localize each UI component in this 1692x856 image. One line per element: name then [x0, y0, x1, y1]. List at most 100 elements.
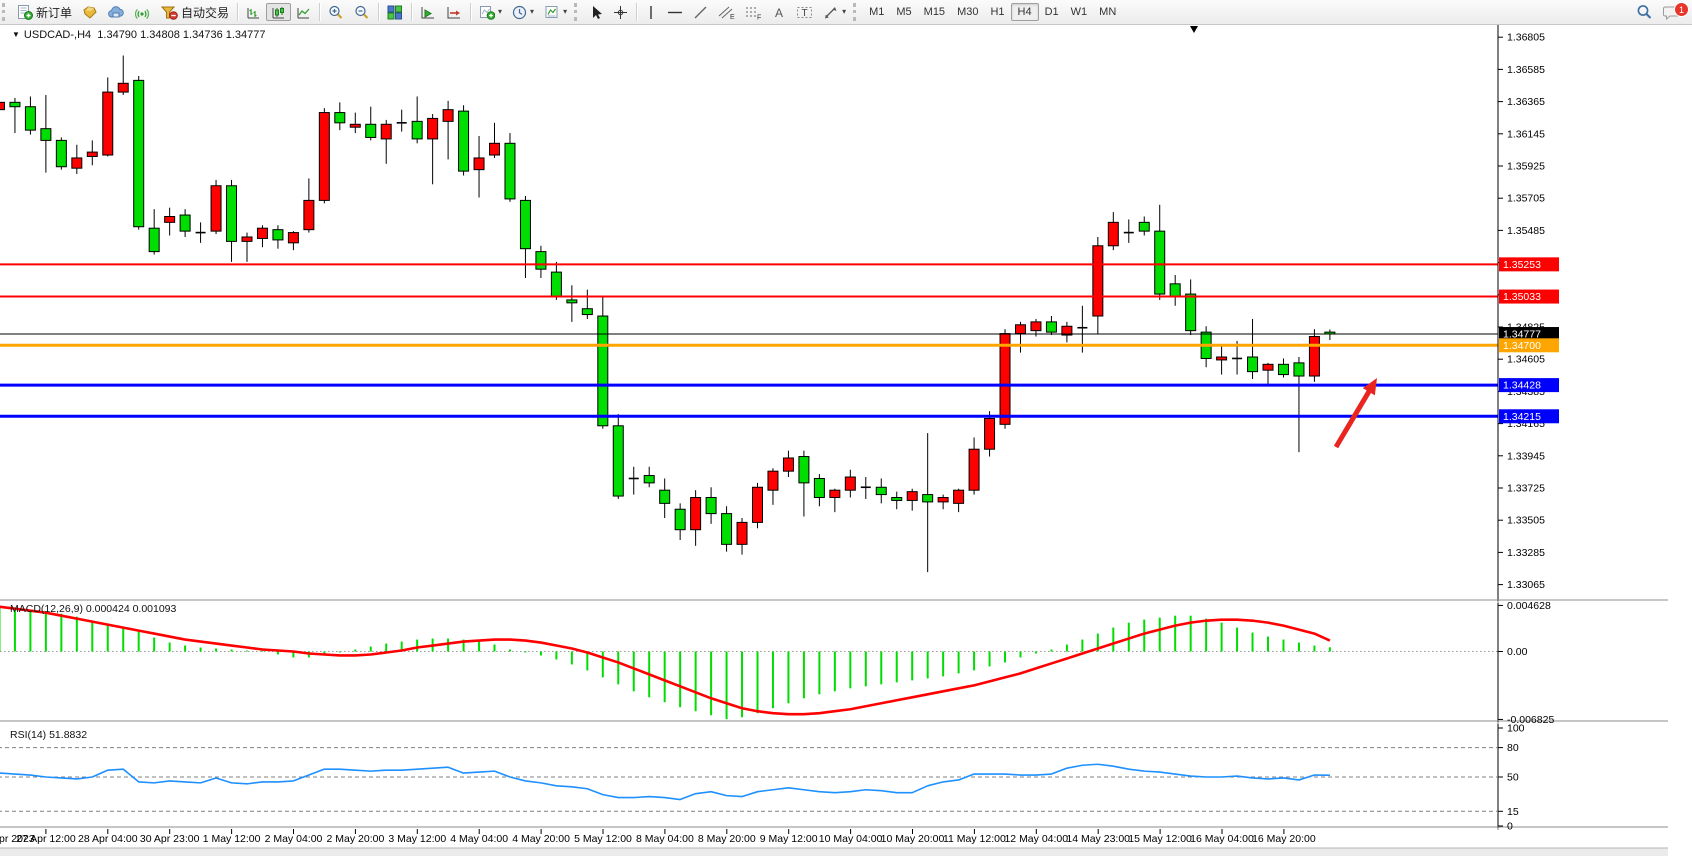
- search-button[interactable]: [1631, 3, 1658, 21]
- zoom-in-icon: [328, 5, 344, 20]
- text-label-icon: T: [796, 5, 813, 20]
- tf-h4[interactable]: H4: [1011, 3, 1039, 21]
- svg-text:3 May 12:00: 3 May 12:00: [388, 833, 446, 845]
- fibonacci-icon: F: [745, 5, 762, 20]
- tile-windows-button[interactable]: [382, 3, 408, 21]
- tf-w1[interactable]: W1: [1065, 3, 1094, 21]
- svg-text:5 May 12:00: 5 May 12:00: [574, 833, 632, 845]
- svg-text:8 May 04:00: 8 May 04:00: [636, 833, 694, 845]
- svg-text:1.35033: 1.35033: [1503, 291, 1541, 303]
- symbol-period-label: USDCAD-,H4: [24, 29, 91, 41]
- search-icon: [1636, 4, 1653, 20]
- toolbar-grip[interactable]: [574, 3, 582, 21]
- chart-type-bars-button[interactable]: [241, 3, 266, 21]
- auto-trading-icon: [161, 5, 178, 20]
- svg-text:0.004628: 0.004628: [1507, 600, 1551, 612]
- text-icon: A: [772, 5, 786, 20]
- templates-button[interactable]: ▾: [539, 3, 572, 21]
- tf-d1[interactable]: D1: [1039, 3, 1065, 21]
- vertical-line-tool-button[interactable]: [640, 3, 662, 21]
- toolbar-grip[interactable]: [853, 3, 861, 21]
- svg-text:8 May 20:00: 8 May 20:00: [698, 833, 756, 845]
- auto-scroll-icon: [420, 5, 436, 20]
- vps-cloud-button[interactable]: [103, 3, 130, 21]
- fibonacci-tool-button[interactable]: F: [740, 3, 767, 21]
- auto-scroll-button[interactable]: [415, 3, 441, 21]
- svg-text:1.35705: 1.35705: [1507, 193, 1545, 205]
- toolbar-right-group: 1: [1631, 3, 1686, 21]
- svg-text:T: T: [802, 8, 808, 19]
- svg-text:1.33725: 1.33725: [1507, 482, 1545, 494]
- vps-cloud-icon: [108, 5, 125, 20]
- svg-text:16 May 20:00: 16 May 20:00: [1252, 833, 1316, 845]
- svg-text:28 Apr 04:00: 28 Apr 04:00: [78, 833, 138, 845]
- chat-button[interactable]: 1: [1658, 3, 1686, 21]
- indicators-icon: [479, 5, 495, 20]
- zoom-out-button[interactable]: [349, 3, 375, 21]
- horizontal-line-tool-button[interactable]: [662, 3, 688, 21]
- signal-button[interactable]: [130, 3, 156, 21]
- trendline-tool-button[interactable]: [688, 3, 713, 21]
- svg-text:1.33285: 1.33285: [1507, 547, 1545, 559]
- horizontal-line-icon: [667, 5, 683, 20]
- toolbar-separator: [237, 3, 238, 21]
- tf-m5[interactable]: M5: [890, 3, 917, 21]
- gold-gem-icon: [82, 5, 98, 20]
- arrows-tool-button[interactable]: ▾: [818, 3, 851, 21]
- zoom-out-icon: [354, 5, 370, 20]
- zoom-in-button[interactable]: [323, 3, 349, 21]
- svg-text:12 May 04:00: 12 May 04:00: [1004, 833, 1068, 845]
- price-chart[interactable]: 1.368051.365851.363651.361451.359251.357…: [0, 24, 1692, 856]
- svg-text:15 May 12:00: 15 May 12:00: [1128, 833, 1192, 845]
- toolbar-separator: [636, 3, 637, 21]
- svg-text:1.33505: 1.33505: [1507, 515, 1545, 527]
- svg-text:1.35925: 1.35925: [1507, 160, 1545, 172]
- svg-text:1.34428: 1.34428: [1503, 380, 1541, 392]
- equidistant-channel-tool-button[interactable]: E: [713, 3, 740, 21]
- templates-caret: ▾: [563, 8, 567, 16]
- cursor-tool-button[interactable]: [584, 3, 608, 21]
- notification-badge[interactable]: 1: [1674, 2, 1689, 17]
- svg-text:1.35485: 1.35485: [1507, 225, 1545, 237]
- chevron-down-icon[interactable]: ▼: [12, 30, 20, 39]
- tf-h1[interactable]: H1: [984, 3, 1010, 21]
- text-label-tool-button[interactable]: T: [791, 3, 818, 21]
- svg-text:F: F: [757, 14, 761, 20]
- toolbar-separator: [378, 3, 379, 21]
- periods-button[interactable]: ▾: [507, 3, 539, 21]
- svg-text:1.33065: 1.33065: [1507, 579, 1545, 591]
- macd-indicator-label: MACD(12,26,9) 0.000424 0.001093: [10, 603, 176, 615]
- chart-type-line-button[interactable]: [291, 3, 316, 21]
- crosshair-tool-button[interactable]: [608, 3, 633, 21]
- text-tool-button[interactable]: A: [767, 3, 791, 21]
- tf-mn[interactable]: MN: [1093, 3, 1122, 21]
- svg-text:100: 100: [1507, 723, 1525, 735]
- svg-text:15: 15: [1507, 806, 1519, 818]
- svg-text:1.34700: 1.34700: [1503, 340, 1541, 352]
- arrows-icon: [823, 5, 839, 20]
- new-order-label: 新订单: [36, 4, 72, 21]
- svg-text:80: 80: [1507, 742, 1519, 754]
- tf-m1[interactable]: M1: [863, 3, 890, 21]
- toolbar-separator: [319, 3, 320, 21]
- svg-text:4 May 04:00: 4 May 04:00: [450, 833, 508, 845]
- auto-trading-button[interactable]: 自动交易: [156, 3, 234, 21]
- chart-shift-button[interactable]: [441, 3, 467, 21]
- tf-m30[interactable]: M30: [951, 3, 984, 21]
- gold-gem-button[interactable]: [77, 3, 103, 21]
- svg-text:1.36365: 1.36365: [1507, 96, 1545, 108]
- svg-text:1 May 12:00: 1 May 12:00: [203, 833, 261, 845]
- new-order-button[interactable]: 新订单: [12, 3, 77, 21]
- chart-type-candles-button[interactable]: [266, 3, 291, 21]
- svg-text:1.34605: 1.34605: [1507, 354, 1545, 366]
- tf-m15[interactable]: M15: [918, 3, 951, 21]
- toolbar-grip[interactable]: [2, 3, 10, 21]
- svg-text:1.36585: 1.36585: [1507, 64, 1545, 76]
- signal-icon: [135, 5, 151, 20]
- svg-text:1.35253: 1.35253: [1503, 259, 1541, 271]
- indicators-button[interactable]: ▾: [474, 3, 507, 21]
- bar-chart-icon: [246, 5, 261, 20]
- svg-text:4 May 20:00: 4 May 20:00: [512, 833, 570, 845]
- line-chart-icon: [296, 5, 311, 20]
- svg-text:1.33945: 1.33945: [1507, 450, 1545, 462]
